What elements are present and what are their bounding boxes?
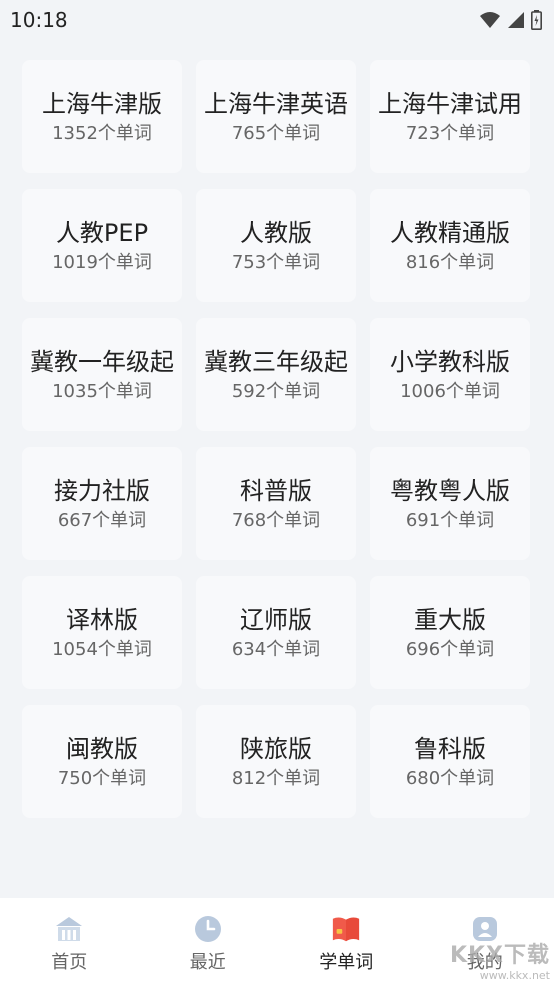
word-count: 816个单词 bbox=[405, 251, 495, 273]
word-count: 768个单词 bbox=[231, 509, 321, 531]
tab-label: 学单词 bbox=[319, 952, 374, 973]
word-count: 750个单词 bbox=[57, 767, 147, 789]
textbook-card[interactable]: 接力社版 667个单词 bbox=[22, 447, 182, 560]
word-count: 1035个单词 bbox=[52, 380, 152, 402]
textbook-card[interactable]: 辽师版 634个单词 bbox=[196, 576, 356, 689]
status-icons bbox=[479, 10, 542, 30]
textbook-title: 译林版 bbox=[66, 605, 138, 634]
textbook-title: 冀教三年级起 bbox=[204, 347, 348, 376]
clock-icon bbox=[193, 914, 223, 944]
textbook-title: 鲁科版 bbox=[414, 734, 486, 763]
textbook-title: 人教精通版 bbox=[390, 218, 510, 247]
word-count: 667个单词 bbox=[57, 509, 147, 531]
textbook-title: 辽师版 bbox=[240, 605, 312, 634]
textbook-title: 上海牛津试用 bbox=[378, 89, 522, 118]
status-time: 10:18 bbox=[10, 8, 68, 32]
textbook-card[interactable]: 冀教一年级起 1035个单词 bbox=[22, 318, 182, 431]
battery-icon bbox=[531, 10, 542, 30]
textbook-title: 粤教粤人版 bbox=[390, 476, 510, 505]
textbook-card[interactable]: 鲁科版 680个单词 bbox=[370, 705, 530, 818]
tab-learn-words[interactable]: 学单词 bbox=[277, 898, 416, 984]
textbook-card[interactable]: 译林版 1054个单词 bbox=[22, 576, 182, 689]
textbook-card[interactable]: 冀教三年级起 592个单词 bbox=[196, 318, 356, 431]
bottom-tab-bar: 首页 最近 学单词 我的 KKX下载 www.kkx.net bbox=[0, 898, 554, 984]
watermark: KKX下载 www.kkx.net bbox=[450, 937, 550, 982]
wifi-icon bbox=[480, 12, 500, 28]
word-count: 765个单词 bbox=[231, 122, 321, 144]
signal-icon bbox=[508, 12, 524, 28]
textbook-title: 接力社版 bbox=[54, 476, 150, 505]
textbook-title: 人教PEP bbox=[55, 218, 149, 247]
textbook-card[interactable]: 人教PEP 1019个单词 bbox=[22, 189, 182, 302]
word-count: 1352个单词 bbox=[52, 122, 152, 144]
tab-home[interactable]: 首页 bbox=[0, 898, 139, 984]
textbook-grid: 上海牛津版 1352个单词 上海牛津英语 765个单词 上海牛津试用 723个单词人教PE… bbox=[22, 60, 532, 818]
word-count: 753个单词 bbox=[231, 251, 321, 273]
tab-recent[interactable]: 最近 bbox=[139, 898, 278, 984]
textbook-card[interactable]: 人教精通版 816个单词 bbox=[370, 189, 530, 302]
watermark-logo: KKX下载 bbox=[449, 943, 550, 968]
textbook-title: 陕旅版 bbox=[240, 734, 312, 763]
tab-label: 最近 bbox=[189, 952, 226, 973]
textbook-title: 人教版 bbox=[240, 218, 312, 247]
home-icon bbox=[54, 914, 84, 944]
word-count: 634个单词 bbox=[231, 638, 321, 660]
textbook-card[interactable]: 科普版 768个单词 bbox=[196, 447, 356, 560]
textbook-card[interactable]: 上海牛津版 1352个单词 bbox=[22, 60, 182, 173]
textbook-title: 上海牛津英语 bbox=[204, 89, 348, 118]
word-count: 812个单词 bbox=[231, 767, 321, 789]
textbook-card[interactable]: 上海牛津试用 723个单词 bbox=[370, 60, 530, 173]
textbook-card[interactable]: 重大版 696个单词 bbox=[370, 576, 530, 689]
textbook-title: 科普版 bbox=[240, 476, 312, 505]
textbook-title: 冀教一年级起 bbox=[30, 347, 174, 376]
textbook-title: 闽教版 bbox=[66, 734, 138, 763]
tab-label: 首页 bbox=[51, 952, 88, 973]
word-count: 1006个单词 bbox=[400, 380, 500, 402]
textbook-card[interactable]: 人教版 753个单词 bbox=[196, 189, 356, 302]
word-count: 680个单词 bbox=[405, 767, 495, 789]
word-count: 696个单词 bbox=[405, 638, 495, 660]
status-bar: 10:18 bbox=[0, 0, 554, 40]
watermark-url: www.kkx.net bbox=[479, 969, 550, 982]
word-count: 691个单词 bbox=[405, 509, 495, 531]
textbook-card[interactable]: 小学教科版 1006个单词 bbox=[370, 318, 530, 431]
textbook-title: 小学教科版 bbox=[390, 347, 510, 376]
word-count: 592个单词 bbox=[231, 380, 321, 402]
textbook-card[interactable]: 闽教版 750个单词 bbox=[22, 705, 182, 818]
textbook-card[interactable]: 陕旅版 812个单词 bbox=[196, 705, 356, 818]
textbook-title: 重大版 bbox=[414, 605, 486, 634]
word-count: 1054个单词 bbox=[52, 638, 152, 660]
word-count: 1019个单词 bbox=[52, 251, 152, 273]
textbook-card[interactable]: 粤教粤人版 691个单词 bbox=[370, 447, 530, 560]
book-icon bbox=[331, 914, 361, 944]
textbook-title: 上海牛津版 bbox=[42, 89, 162, 118]
textbook-card[interactable]: 上海牛津英语 765个单词 bbox=[196, 60, 356, 173]
word-count: 723个单词 bbox=[405, 122, 495, 144]
